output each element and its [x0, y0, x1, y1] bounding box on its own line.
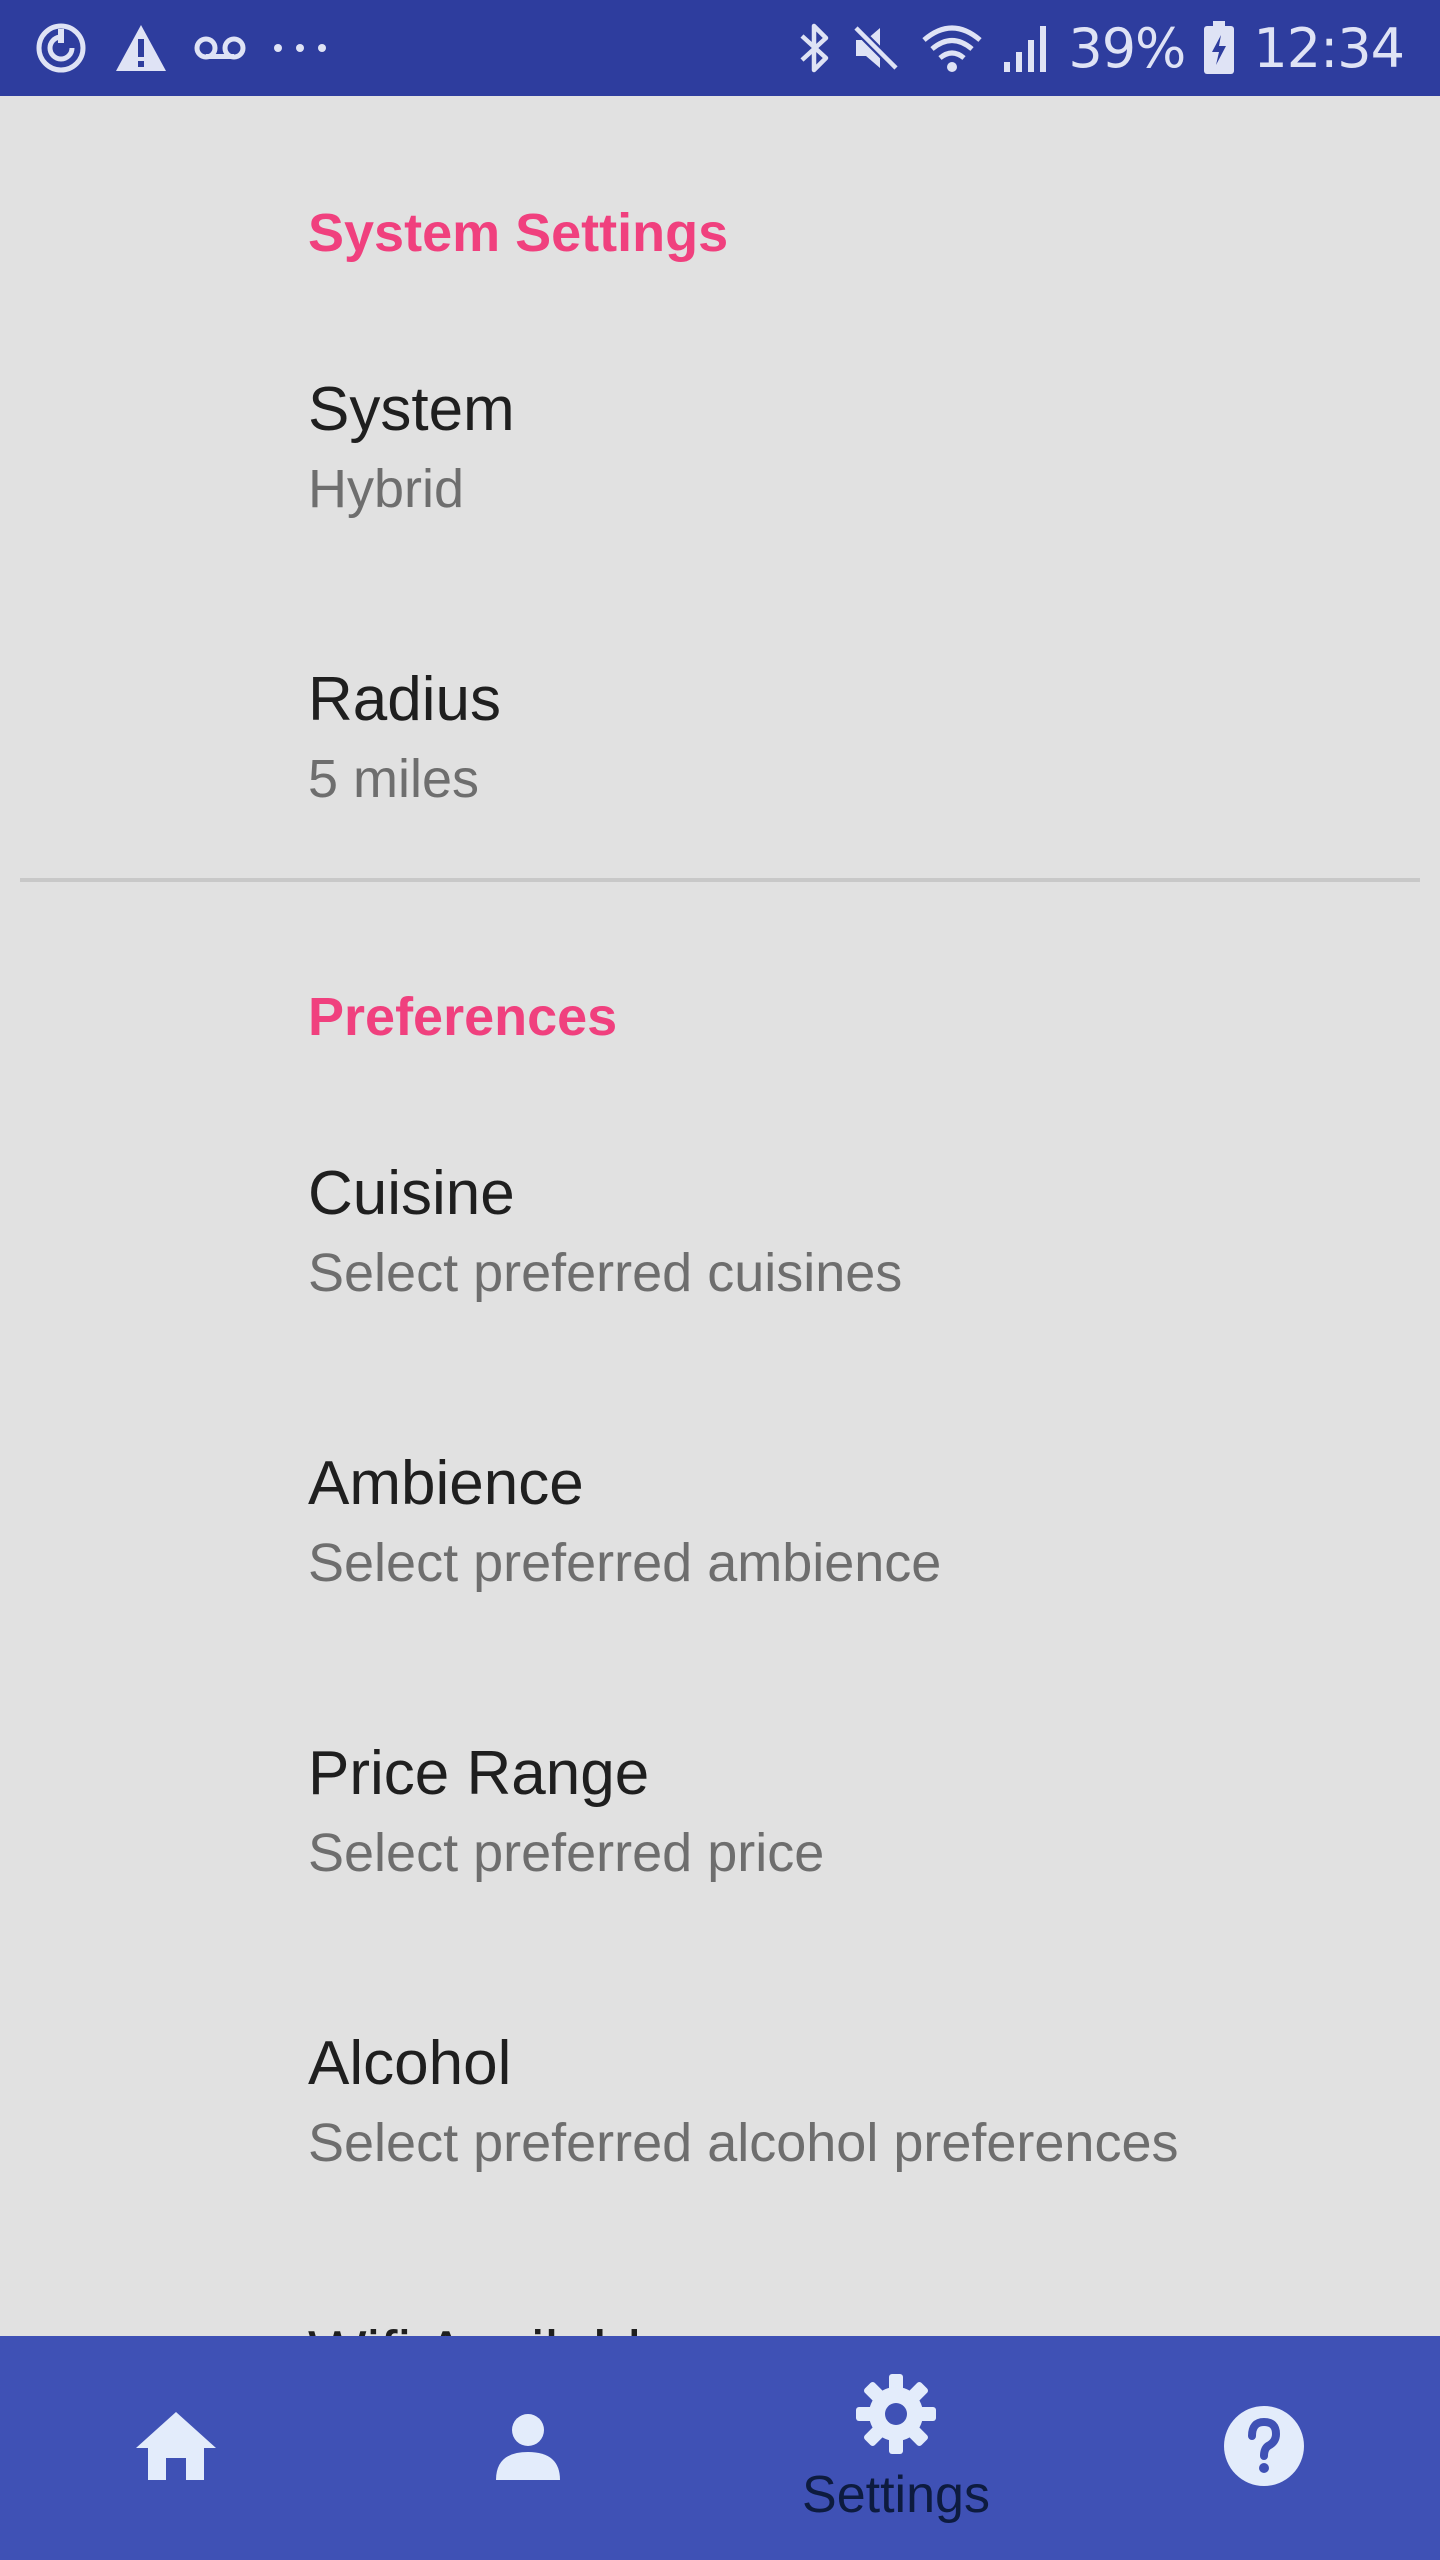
preference-summary: Hybrid: [308, 459, 465, 519]
section-divider: [20, 878, 1420, 882]
preference-system[interactable]: System Hybrid: [0, 374, 1440, 624]
voicemail-icon: [194, 33, 246, 63]
preference-summary: 5 miles: [308, 749, 480, 809]
preference-summary: Select preferred cuisines: [308, 1243, 903, 1303]
preference-title: System: [308, 375, 515, 444]
preference-title: Radius: [308, 665, 501, 734]
bluetooth-icon: [798, 20, 832, 76]
nav-settings-label: Settings: [802, 2465, 990, 2524]
gear-icon: [854, 2372, 938, 2461]
preference-price-range[interactable]: Price Range Select preferred price: [0, 1738, 1440, 1988]
status-bar: 39% 12:34: [0, 0, 1440, 96]
nav-profile[interactable]: [378, 2336, 678, 2560]
warning-icon: [114, 23, 168, 73]
preference-title: Alcohol: [308, 2029, 512, 2098]
settings-list: System Settings System Hybrid Radius 5 m…: [0, 96, 1440, 2336]
battery-percent: 39%: [1068, 16, 1186, 80]
battery-icon: [1203, 21, 1235, 75]
preference-summary: Select preferred price: [308, 1823, 825, 1883]
clock: 12:34: [1253, 16, 1405, 80]
section-header-system-settings: System Settings: [308, 203, 729, 263]
preference-summary: Select preferred ambience: [308, 1533, 942, 1593]
home-icon: [134, 2408, 218, 2489]
help-icon: [1222, 2404, 1306, 2493]
bottom-navigation: Settings: [0, 2336, 1440, 2560]
preference-title: Ambience: [308, 1449, 584, 1518]
nav-help[interactable]: [1114, 2336, 1414, 2560]
person-icon: [492, 2410, 564, 2487]
nav-home[interactable]: [26, 2336, 326, 2560]
preference-alcohol[interactable]: Alcohol Select preferred alcohol prefere…: [0, 2028, 1440, 2278]
nav-settings[interactable]: Settings: [746, 2336, 1046, 2560]
preference-title: Cuisine: [308, 1159, 515, 1228]
more-dots-icon: [272, 41, 328, 55]
preference-ambience[interactable]: Ambience Select preferred ambience: [0, 1448, 1440, 1698]
section-header-preferences: Preferences: [308, 987, 618, 1047]
preference-radius[interactable]: Radius 5 miles: [0, 664, 1440, 914]
mute-icon: [850, 22, 902, 74]
signal-icon: [1002, 22, 1050, 74]
preference-title: Price Range: [308, 1739, 650, 1808]
preference-cuisine[interactable]: Cuisine Select preferred cuisines: [0, 1158, 1440, 1408]
status-right-icons: 39% 12:34: [798, 14, 1405, 82]
wifi-icon: [920, 22, 984, 74]
preference-summary: Select preferred alcohol preferences: [308, 2113, 1179, 2173]
sync-icon: [34, 21, 88, 75]
status-left-icons: [34, 18, 328, 78]
preference-wifi-available[interactable]: Wifi Available: [0, 2318, 1440, 2336]
preference-title: Wifi Available: [308, 2318, 676, 2336]
